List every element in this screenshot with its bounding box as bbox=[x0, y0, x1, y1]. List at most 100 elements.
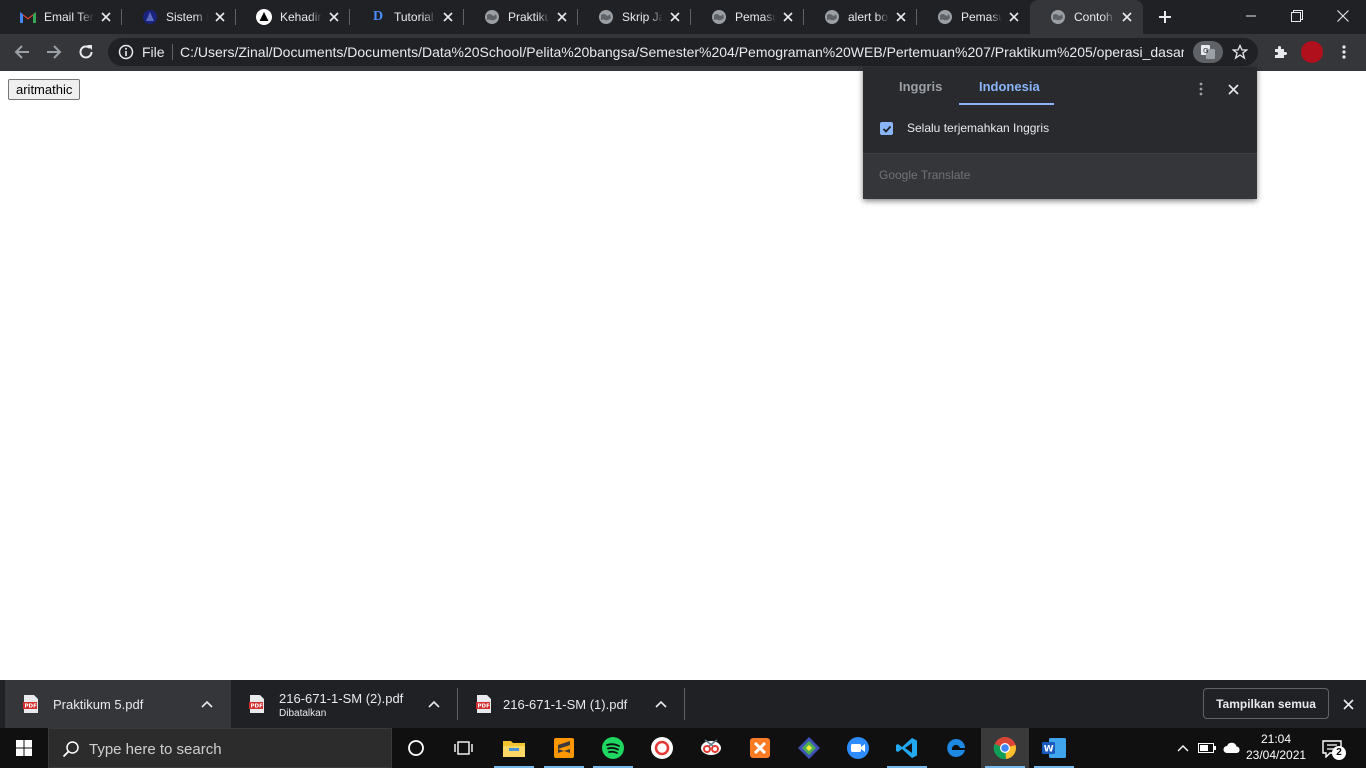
tab-praktikum[interactable]: Praktikum bbox=[464, 0, 578, 34]
aritmathic-button[interactable]: aritmathic bbox=[8, 79, 81, 100]
onedrive-tray-button[interactable] bbox=[1220, 728, 1244, 768]
word-icon: W bbox=[1042, 738, 1066, 758]
vscode-icon bbox=[896, 738, 917, 758]
minimize-button[interactable] bbox=[1228, 0, 1274, 32]
translate-options-icon[interactable] bbox=[1193, 81, 1209, 97]
tab-close-icon[interactable] bbox=[667, 9, 683, 25]
translate-popup: Inggris Indonesia Selalu terjemahkan Ing… bbox=[863, 67, 1257, 199]
chevron-up-icon[interactable] bbox=[653, 696, 669, 712]
clock-date: 23/04/2021 bbox=[1246, 748, 1307, 762]
git-app[interactable] bbox=[785, 728, 833, 768]
xampp-app[interactable] bbox=[736, 728, 784, 768]
reload-button[interactable] bbox=[72, 38, 100, 66]
tab-close-icon[interactable] bbox=[1006, 9, 1022, 25]
tab-contoh-active[interactable]: Contoh Pe bbox=[1030, 0, 1143, 34]
download-item[interactable]: PDF Praktikum 5.pdf bbox=[5, 680, 231, 728]
tab-title: Sistem Info bbox=[166, 10, 208, 24]
tab-pemasukan-2[interactable]: Pemasukan bbox=[917, 0, 1030, 34]
xampp-icon bbox=[750, 738, 770, 758]
google-translate-brand: Google Translate bbox=[879, 168, 971, 182]
vscode-app[interactable] bbox=[883, 728, 931, 768]
url-text[interactable]: C:/Users/Zinal/Documents/Documents/Data%… bbox=[180, 44, 1184, 60]
start-button[interactable] bbox=[0, 728, 48, 768]
tab-close-icon[interactable] bbox=[212, 9, 228, 25]
always-translate-label[interactable]: Selalu terjemahkan Inggris bbox=[907, 121, 1049, 135]
forward-button[interactable] bbox=[40, 38, 68, 66]
edge-app[interactable] bbox=[932, 728, 980, 768]
app-a-button[interactable] bbox=[638, 728, 686, 768]
tab-close-icon[interactable] bbox=[1119, 9, 1135, 25]
extensions-button[interactable] bbox=[1266, 38, 1294, 66]
chevron-up-icon bbox=[1177, 745, 1189, 752]
gmail-icon bbox=[20, 9, 36, 25]
globe-icon bbox=[1050, 9, 1066, 25]
diamond-icon bbox=[798, 737, 820, 759]
chrome-app[interactable] bbox=[981, 728, 1029, 768]
download-item[interactable]: PDF 216-671-1-SM (1).pdf bbox=[458, 680, 685, 728]
tab-close-icon[interactable] bbox=[440, 9, 456, 25]
tab-skrip-java[interactable]: Skrip Java bbox=[578, 0, 691, 34]
tab-close-icon[interactable] bbox=[98, 9, 114, 25]
word-app[interactable]: W bbox=[1030, 728, 1078, 768]
task-view-icon bbox=[454, 741, 473, 755]
tab-close-icon[interactable] bbox=[554, 9, 570, 25]
tab-title: Skrip Java bbox=[622, 10, 663, 24]
restore-button[interactable] bbox=[1274, 0, 1320, 32]
pdf-file-icon: PDF bbox=[249, 695, 265, 713]
action-center-button[interactable]: 2 bbox=[1318, 736, 1346, 762]
tab-close-icon[interactable] bbox=[893, 9, 909, 25]
scheme-label: File bbox=[142, 44, 165, 60]
pdf-file-icon: PDF bbox=[23, 695, 39, 713]
kebab-menu-icon bbox=[1342, 45, 1346, 59]
browser-toolbar: File C:/Users/Zinal/Documents/Documents/… bbox=[0, 34, 1366, 71]
info-icon[interactable] bbox=[118, 44, 134, 60]
close-download-bar-icon[interactable] bbox=[1338, 694, 1358, 714]
snipping-tool-app[interactable] bbox=[687, 728, 735, 768]
tab-pemasukan-1[interactable]: Pemasukan bbox=[691, 0, 804, 34]
download-filename: Praktikum 5.pdf bbox=[53, 697, 144, 712]
back-button[interactable] bbox=[8, 38, 36, 66]
address-bar[interactable]: File C:/Users/Zinal/Documents/Documents/… bbox=[108, 38, 1258, 66]
tab-email[interactable]: Email Terki bbox=[0, 0, 122, 34]
file-explorer-app[interactable] bbox=[490, 728, 538, 768]
reload-icon bbox=[79, 45, 93, 59]
tab-alert-box[interactable]: alert box bbox=[804, 0, 917, 34]
chevron-up-icon[interactable] bbox=[199, 696, 215, 712]
show-all-downloads-button[interactable]: Tampilkan semua bbox=[1203, 688, 1329, 719]
zoom-app[interactable] bbox=[834, 728, 882, 768]
chevron-up-icon[interactable] bbox=[426, 696, 442, 712]
always-translate-checkbox[interactable] bbox=[880, 122, 893, 135]
sublime-icon bbox=[554, 738, 574, 758]
task-view-button[interactable] bbox=[440, 728, 488, 768]
translate-icon[interactable]: G bbox=[1193, 41, 1223, 63]
sublime-text-app[interactable] bbox=[540, 728, 588, 768]
close-window-button[interactable] bbox=[1320, 0, 1366, 32]
browser-menu-button[interactable] bbox=[1330, 38, 1358, 66]
tab-close-icon[interactable] bbox=[326, 9, 342, 25]
tab-close-icon[interactable] bbox=[780, 9, 796, 25]
profile-avatar[interactable] bbox=[1301, 41, 1323, 63]
cortana-button[interactable] bbox=[392, 728, 440, 768]
scissors-icon bbox=[701, 739, 721, 755]
translate-close-icon[interactable] bbox=[1223, 81, 1243, 97]
tab-kehadiran[interactable]: Kehadiran bbox=[236, 0, 350, 34]
battery-tray-button[interactable] bbox=[1196, 728, 1218, 768]
show-hidden-icons-button[interactable] bbox=[1172, 728, 1194, 768]
bookmark-star-icon[interactable] bbox=[1230, 42, 1250, 62]
edge-icon bbox=[947, 739, 965, 757]
download-status: Dibatalkan bbox=[279, 708, 327, 719]
spotify-icon bbox=[602, 737, 624, 759]
translate-tab-inggris[interactable]: Inggris bbox=[899, 79, 942, 105]
cortana-circle-icon bbox=[408, 740, 424, 756]
taskbar-search-box[interactable]: Type here to search bbox=[48, 728, 392, 768]
tab-tutorial[interactable]: D Tutorial Bo bbox=[350, 0, 464, 34]
minimize-icon bbox=[1246, 15, 1256, 17]
system-clock[interactable]: 21:04 23/04/2021 bbox=[1246, 731, 1306, 763]
download-filename: 216-671-1-SM (2).pdf bbox=[279, 691, 404, 706]
spotify-app[interactable] bbox=[589, 728, 637, 768]
svg-text:PDF: PDF bbox=[478, 704, 491, 710]
download-item[interactable]: PDF 216-671-1-SM (2).pdf Dibatalkan bbox=[231, 680, 458, 728]
translate-tab-indonesia[interactable]: Indonesia bbox=[979, 79, 1040, 105]
tab-sistem[interactable]: Sistem Info bbox=[122, 0, 236, 34]
new-tab-button[interactable] bbox=[1152, 4, 1178, 30]
